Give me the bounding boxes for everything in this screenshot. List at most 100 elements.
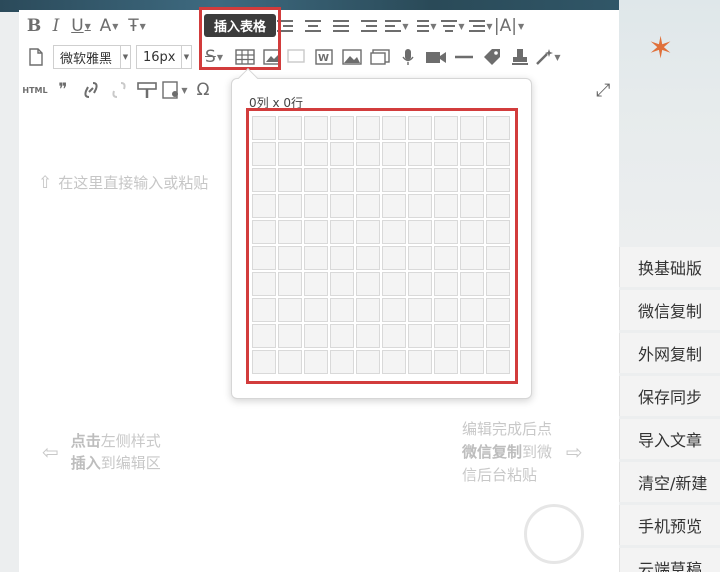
table-cell[interactable] xyxy=(330,272,354,296)
table-cell[interactable] xyxy=(460,220,484,244)
table-cell[interactable] xyxy=(252,350,276,374)
table-cell[interactable] xyxy=(486,168,510,192)
table-cell[interactable] xyxy=(278,350,302,374)
table-cell[interactable] xyxy=(304,116,328,140)
table-cell[interactable] xyxy=(486,298,510,322)
side-menu-item[interactable]: 微信复制 xyxy=(619,290,720,330)
table-cell[interactable] xyxy=(460,298,484,322)
table-cell[interactable] xyxy=(330,298,354,322)
table-cell[interactable] xyxy=(382,272,406,296)
table-cell[interactable] xyxy=(356,350,380,374)
table-cell[interactable] xyxy=(382,168,406,192)
table-cell[interactable] xyxy=(486,116,510,140)
table-cell[interactable] xyxy=(486,350,510,374)
table-cell[interactable] xyxy=(382,324,406,348)
indent-icon[interactable] xyxy=(355,13,383,39)
format-painter-icon[interactable] xyxy=(133,77,161,103)
table-cell[interactable] xyxy=(278,298,302,322)
table-cell[interactable] xyxy=(252,142,276,166)
table-cell[interactable] xyxy=(278,220,302,244)
side-menu-item[interactable]: 外网复制 xyxy=(619,333,720,373)
tag-icon[interactable] xyxy=(478,44,506,70)
table-cell[interactable] xyxy=(356,220,380,244)
table-cell[interactable] xyxy=(408,350,432,374)
video-icon[interactable] xyxy=(422,44,450,70)
table-cell[interactable] xyxy=(408,194,432,218)
table-cell[interactable] xyxy=(252,220,276,244)
table-cell[interactable] xyxy=(252,324,276,348)
table-cell[interactable] xyxy=(486,272,510,296)
table-cell[interactable] xyxy=(252,116,276,140)
unlink-icon[interactable] xyxy=(105,77,133,103)
table-picker-grid[interactable] xyxy=(252,116,515,374)
table-cell[interactable] xyxy=(460,350,484,374)
table-cell[interactable] xyxy=(382,142,406,166)
table-cell[interactable] xyxy=(382,220,406,244)
table-cell[interactable] xyxy=(330,194,354,218)
side-menu-item[interactable]: 清空/新建 xyxy=(619,462,720,502)
insert-wordart-icon[interactable]: W xyxy=(310,44,338,70)
table-cell[interactable] xyxy=(434,142,458,166)
table-cell[interactable] xyxy=(408,116,432,140)
table-cell[interactable] xyxy=(460,194,484,218)
table-cell[interactable] xyxy=(382,194,406,218)
italic-icon[interactable]: I xyxy=(45,13,67,39)
table-cell[interactable] xyxy=(408,246,432,270)
template-icon[interactable]: ▼ xyxy=(161,77,189,103)
table-cell[interactable] xyxy=(278,142,302,166)
table-cell[interactable] xyxy=(330,142,354,166)
table-cell[interactable] xyxy=(486,324,510,348)
table-cell[interactable] xyxy=(330,350,354,374)
table-cell[interactable] xyxy=(356,168,380,192)
font-family-select[interactable]: 微软雅黑 ▼ xyxy=(53,45,131,69)
table-cell[interactable] xyxy=(460,116,484,140)
table-cell[interactable] xyxy=(330,220,354,244)
paragraph-format-icon[interactable]: ▼ xyxy=(383,13,411,39)
quote-icon[interactable]: ❞ xyxy=(49,77,77,103)
side-menu-item[interactable]: 导入文章 xyxy=(619,419,720,459)
table-cell[interactable] xyxy=(304,246,328,270)
fullscreen-icon[interactable]: ⤢ xyxy=(596,80,610,101)
table-cell[interactable] xyxy=(252,168,276,192)
table-cell[interactable] xyxy=(304,194,328,218)
table-cell[interactable] xyxy=(434,272,458,296)
table-cell[interactable] xyxy=(356,194,380,218)
table-cell[interactable] xyxy=(304,350,328,374)
table-cell[interactable] xyxy=(486,194,510,218)
table-cell[interactable] xyxy=(356,246,380,270)
table-cell[interactable] xyxy=(278,324,302,348)
table-cell[interactable] xyxy=(434,168,458,192)
line-height-icon[interactable]: ▼ xyxy=(411,13,439,39)
paragraph-spacing-icon[interactable]: ▼ xyxy=(439,13,467,39)
table-cell[interactable] xyxy=(460,324,484,348)
table-cell[interactable] xyxy=(356,298,380,322)
table-cell[interactable] xyxy=(304,220,328,244)
table-cell[interactable] xyxy=(304,272,328,296)
align-center-icon[interactable] xyxy=(299,13,327,39)
table-cell[interactable] xyxy=(434,246,458,270)
font-color-icon[interactable]: A ▼ xyxy=(95,13,123,39)
table-cell[interactable] xyxy=(382,350,406,374)
table-cell[interactable] xyxy=(486,220,510,244)
table-cell[interactable] xyxy=(278,168,302,192)
table-cell[interactable] xyxy=(408,324,432,348)
table-cell[interactable] xyxy=(330,168,354,192)
table-cell[interactable] xyxy=(434,116,458,140)
table-cell[interactable] xyxy=(434,298,458,322)
table-cell[interactable] xyxy=(356,142,380,166)
html-source-button[interactable]: HTML xyxy=(21,77,49,103)
table-cell[interactable] xyxy=(252,272,276,296)
side-menu-item[interactable]: 保存同步 xyxy=(619,376,720,416)
table-cell[interactable] xyxy=(486,246,510,270)
table-cell[interactable] xyxy=(304,324,328,348)
table-cell[interactable] xyxy=(382,298,406,322)
table-cell[interactable] xyxy=(408,298,432,322)
table-cell[interactable] xyxy=(434,194,458,218)
list-icon[interactable]: ▼ xyxy=(467,13,495,39)
horizontal-line-icon[interactable] xyxy=(450,44,478,70)
table-cell[interactable] xyxy=(330,116,354,140)
table-cell[interactable] xyxy=(304,168,328,192)
table-cell[interactable] xyxy=(382,246,406,270)
table-cell[interactable] xyxy=(356,272,380,296)
link-icon[interactable] xyxy=(77,77,105,103)
